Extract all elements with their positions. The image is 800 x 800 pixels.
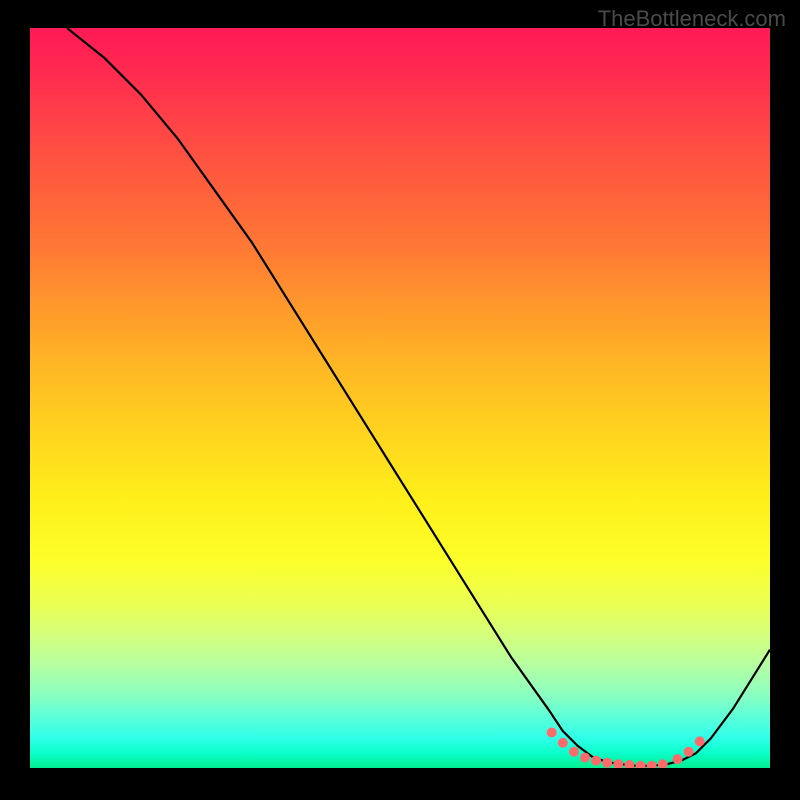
marker-dot (695, 736, 705, 746)
chart-svg (30, 28, 770, 768)
marker-dot (647, 761, 657, 768)
marker-dot (673, 754, 683, 764)
chart-plot-area (30, 28, 770, 768)
marker-dot (658, 759, 668, 768)
marker-dot (580, 753, 590, 763)
marker-dot (591, 756, 601, 766)
marker-dot (547, 728, 557, 738)
marker-dot (558, 738, 568, 748)
marker-dots (547, 728, 705, 769)
marker-dot (613, 759, 623, 768)
marker-dot (636, 761, 646, 768)
watermark-text: TheBottleneck.com (598, 6, 786, 32)
marker-dot (569, 747, 579, 757)
marker-dot (624, 760, 634, 768)
bottleneck-curve (67, 28, 770, 766)
marker-dot (684, 747, 694, 757)
marker-dot (602, 758, 612, 768)
